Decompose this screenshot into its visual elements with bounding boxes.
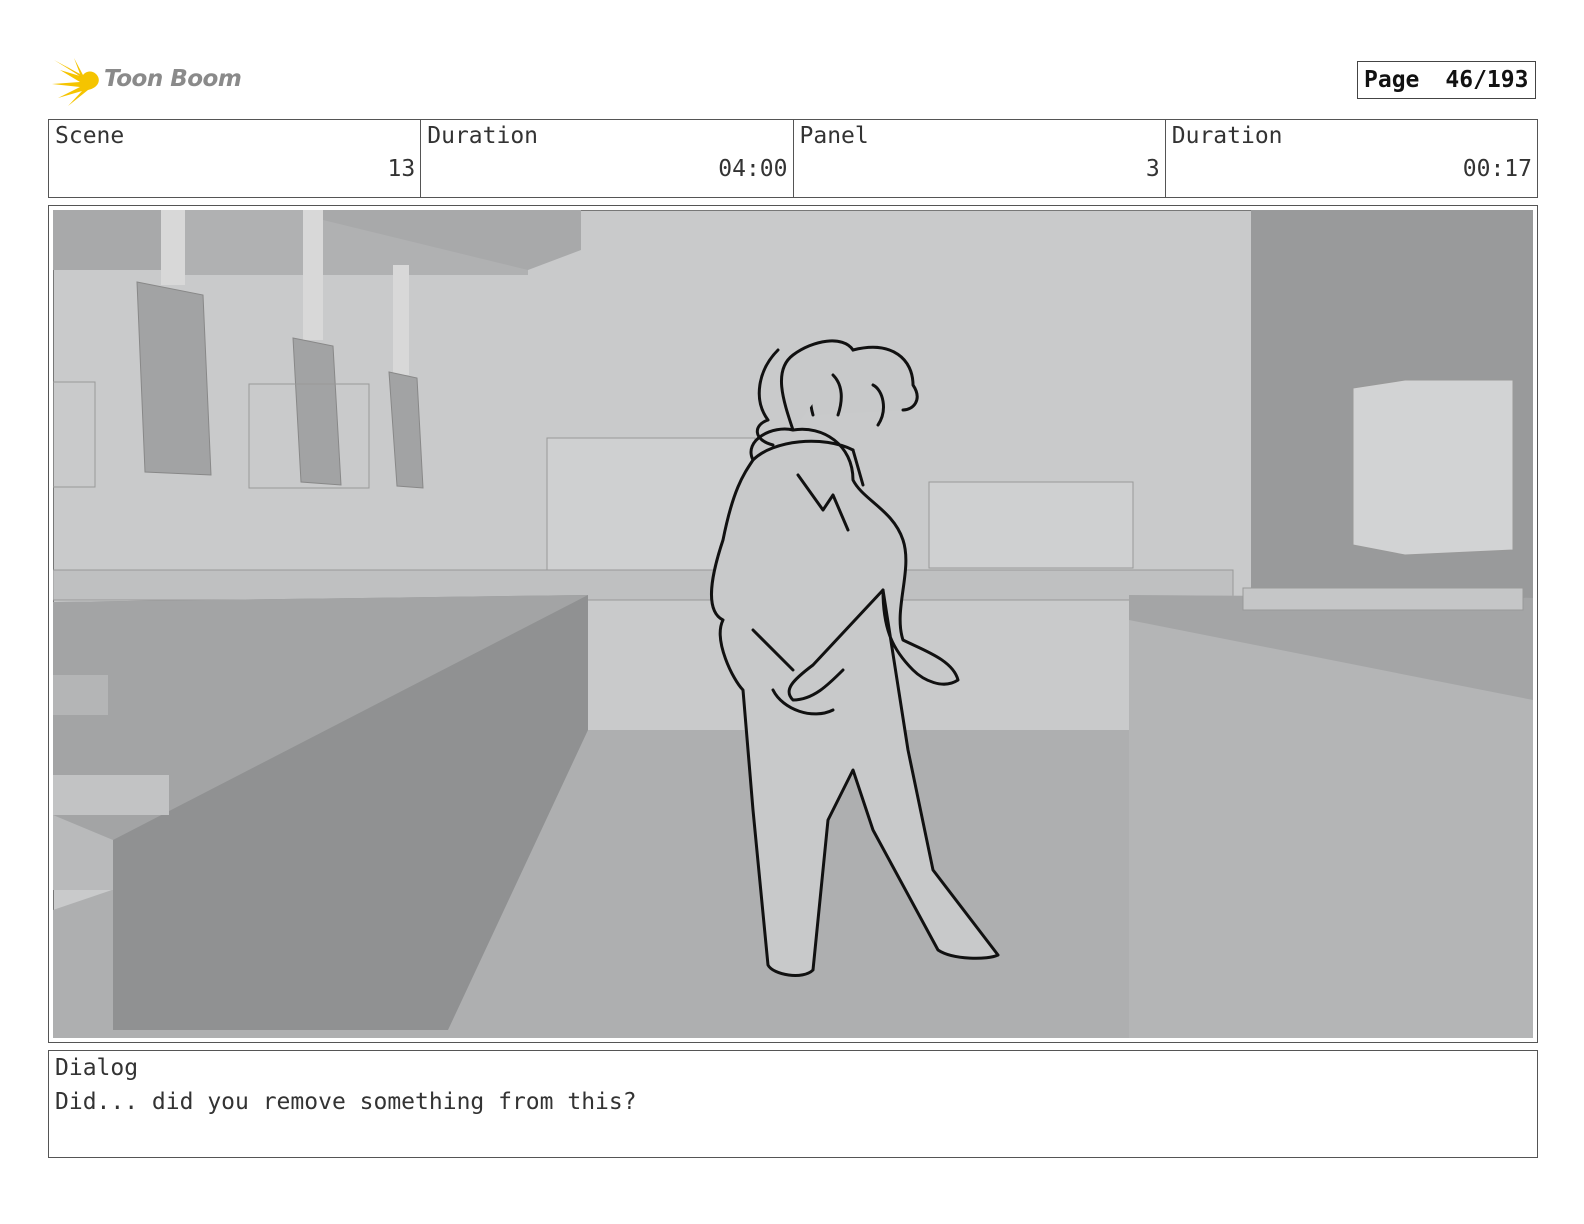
panel-cell: Panel 3 [794, 120, 1166, 197]
panel-sketch-image [53, 210, 1533, 1038]
panel-duration-label: Duration [1171, 123, 1283, 149]
dialog-label: Dialog [55, 1055, 139, 1081]
scene-label: Scene [55, 123, 125, 149]
storyboard-panel [48, 205, 1538, 1043]
page-number: 46/193 [1445, 67, 1529, 93]
scene-duration-cell: Duration 04:00 [421, 120, 794, 197]
storyboard-header: Scene 13 Duration 04:00 Panel 3 Duration… [48, 119, 1538, 198]
scene-duration-label: Duration [427, 123, 539, 149]
panel-duration-value: 00:17 [1462, 156, 1532, 182]
scene-duration-value: 04:00 [718, 156, 788, 182]
page-label: Page [1364, 67, 1420, 93]
page-indicator: Page 46/193 [1357, 61, 1536, 99]
scene-cell: Scene 13 [49, 120, 422, 197]
toon-boom-logo: Toon Boom [50, 54, 250, 108]
panel-label: Panel [799, 123, 869, 149]
panel-value: 3 [1145, 156, 1160, 182]
scene-value: 13 [387, 156, 416, 182]
dialog-box: Dialog Did... did you remove something f… [48, 1050, 1538, 1158]
logo-text: Toon Boom [104, 66, 242, 92]
dialog-text: Did... did you remove something from thi… [55, 1089, 637, 1115]
star-burst-icon [52, 58, 99, 106]
panel-duration-cell: Duration 00:17 [1166, 120, 1537, 197]
